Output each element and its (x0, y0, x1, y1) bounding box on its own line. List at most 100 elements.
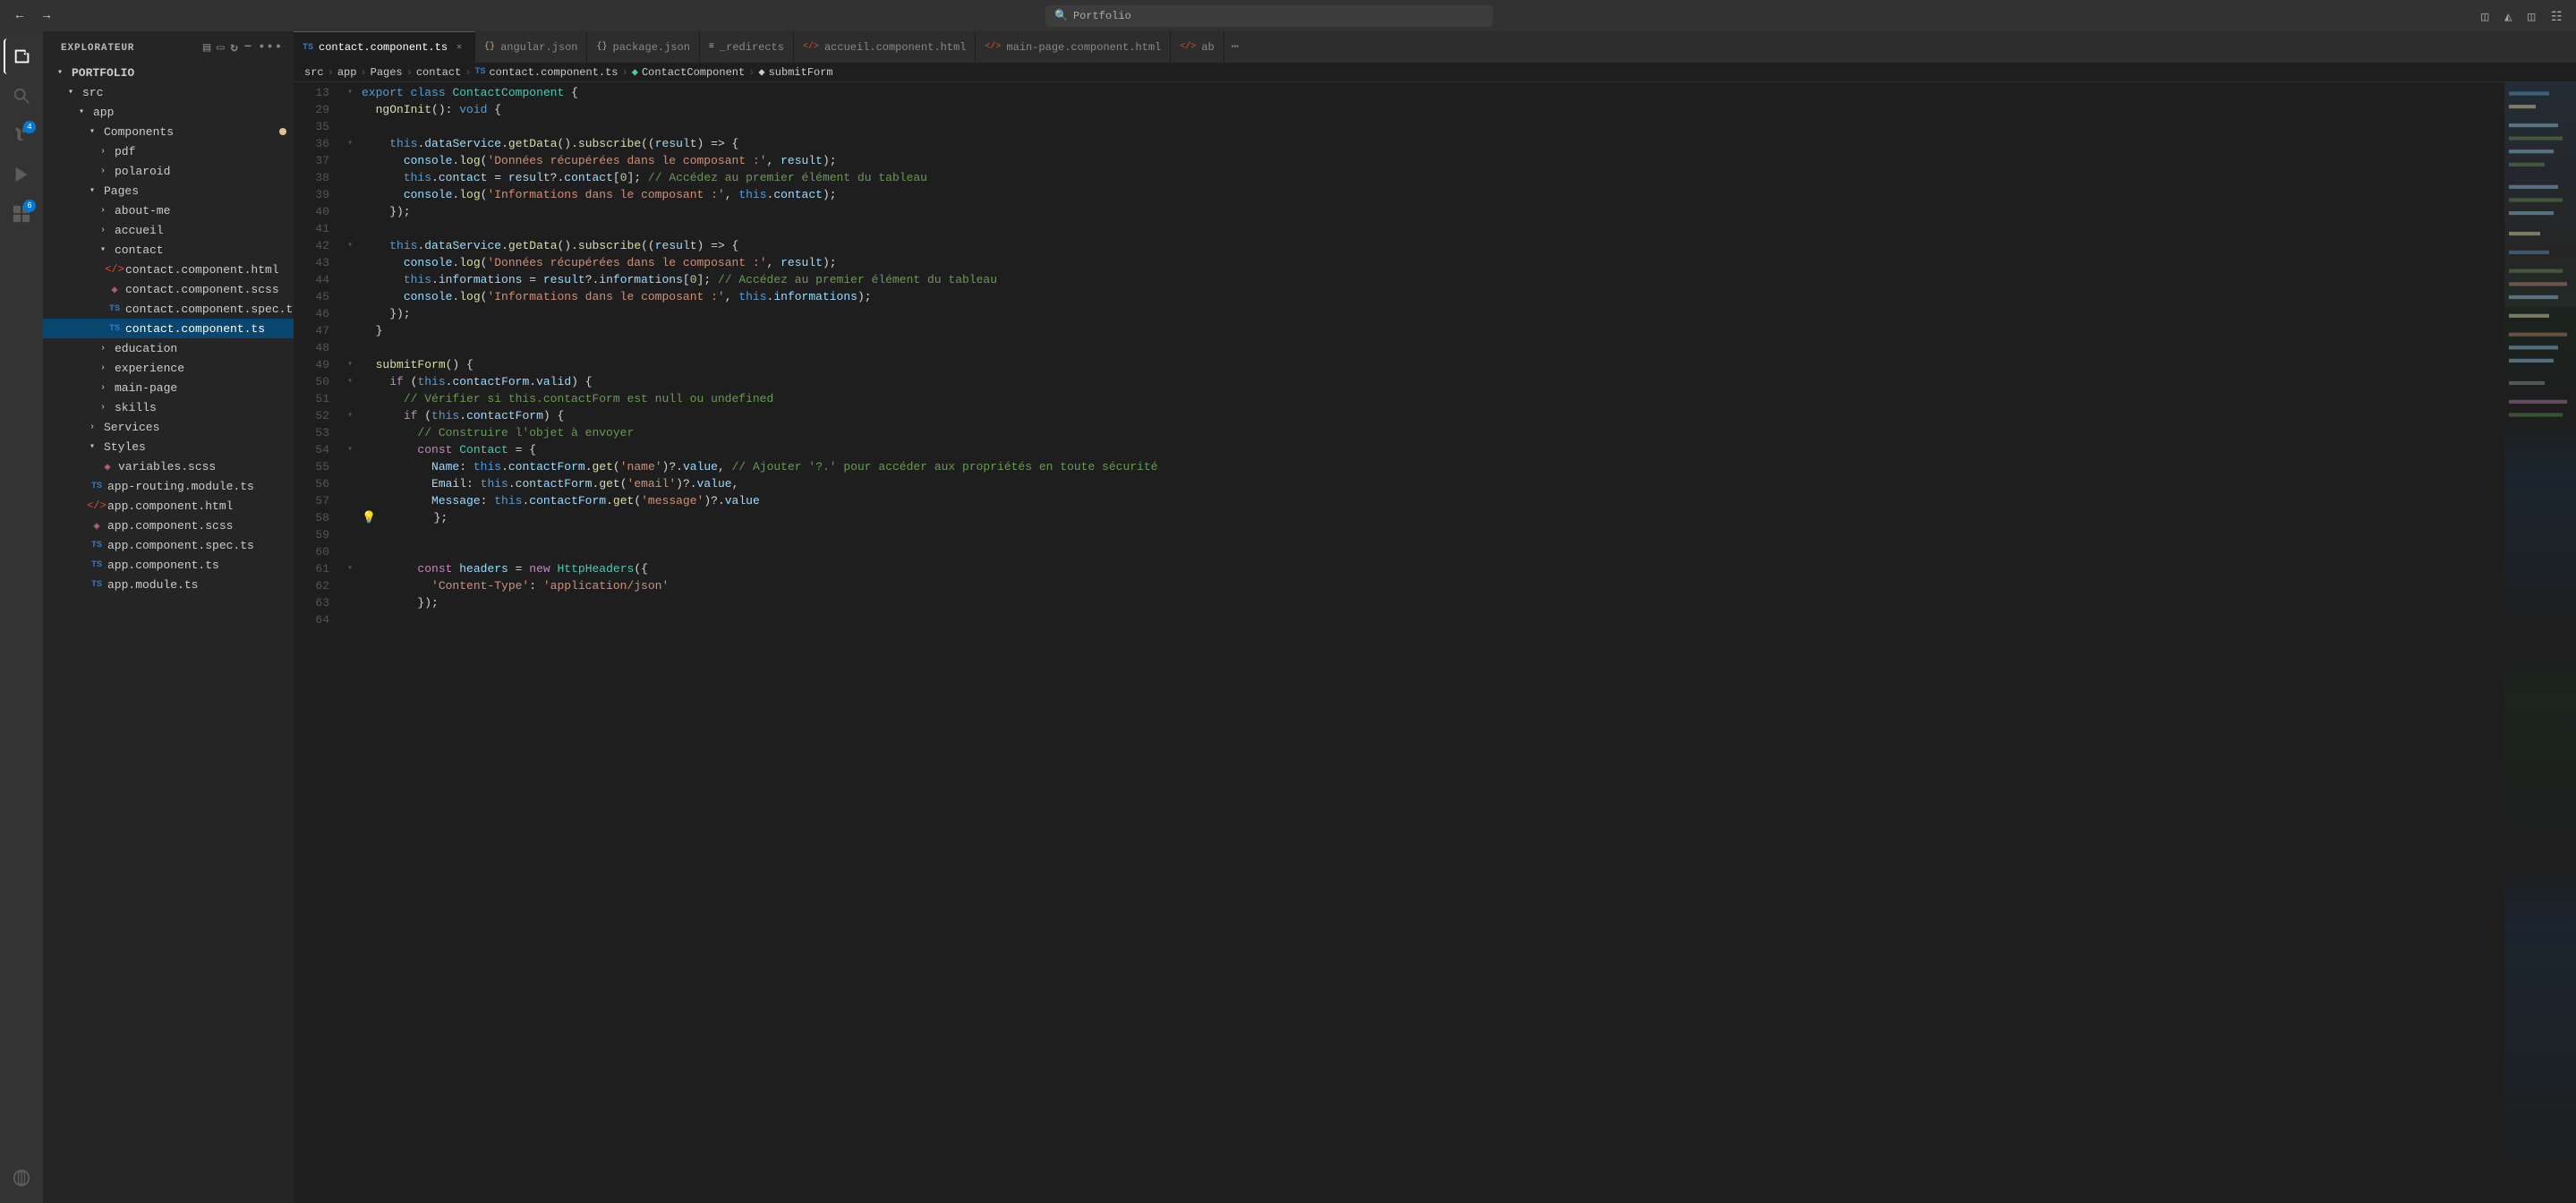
tab-contact-ts[interactable]: TS contact.component.ts ✕ (294, 31, 475, 63)
arrow-accueil: › (100, 226, 115, 235)
code-content[interactable]: ▾ export class ContactComponent { ngOnIn… (338, 82, 2504, 1203)
ts-icon-main: TS (107, 321, 122, 336)
accueil-label: accueil (115, 224, 164, 237)
tree-src[interactable]: ▾ src (43, 82, 294, 102)
arrow-about-me: › (100, 206, 115, 216)
app-scss-icon: ◈ (90, 518, 104, 533)
lightbulb-icon: 💡 (362, 509, 376, 526)
tab-close-contact[interactable]: ✕ (453, 41, 465, 54)
bc-class-icon: ◆ (632, 65, 638, 79)
tab-label-main: main-page.component.html (1006, 41, 1161, 54)
polaroid-label: polaroid (115, 165, 170, 178)
tree-contact-ts[interactable]: TS contact.component.ts (43, 319, 294, 338)
tree-experience[interactable]: › experience (43, 358, 294, 378)
layout-sidebar-icon[interactable]: ◫ (2481, 10, 2497, 22)
app-module-label: app.module.ts (107, 578, 198, 592)
app-ts-label: app.component.ts (107, 559, 219, 572)
tree-app-module[interactable]: TS app.module.ts (43, 575, 294, 594)
code-line-63: }); (338, 594, 2504, 611)
tree-contact-scss[interactable]: ◈ contact.component.scss (43, 279, 294, 299)
pdf-label: pdf (115, 145, 135, 158)
tab-more-button[interactable]: ⋯ (1224, 31, 1246, 63)
tree-contact[interactable]: ▾ contact (43, 240, 294, 260)
layout-panel-icon[interactable]: ◭ (2504, 10, 2521, 22)
tree-skills[interactable]: › skills (43, 397, 294, 417)
tree-accueil[interactable]: › accueil (43, 220, 294, 240)
tree-root-portfolio[interactable]: ▾ PORTFOLIO (43, 63, 294, 82)
bc-filename[interactable]: contact.component.ts (489, 66, 618, 79)
new-folder-icon[interactable]: ▭ (217, 40, 225, 55)
tree-app-scss[interactable]: ◈ app.component.scss (43, 516, 294, 535)
layout-split-icon[interactable]: ◫ (2528, 10, 2544, 22)
arrow-skills: › (100, 403, 115, 413)
tab-label-redirects: _redirects (720, 41, 784, 54)
tree-components[interactable]: ▾ Components (43, 122, 294, 141)
app-spec-icon: TS (90, 538, 104, 552)
tree-app-ts[interactable]: TS app.component.ts (43, 555, 294, 575)
sidebar: EXPLORATEUR ▤ ▭ ↻ − ••• ▾ PORTFOLIO ▾ sr… (43, 31, 294, 1203)
tree-pages[interactable]: ▾ Pages (43, 181, 294, 200)
scss-icon: ◈ (107, 282, 122, 296)
tree-styles[interactable]: ▾ Styles (43, 437, 294, 456)
tree-app-html[interactable]: </> app.component.html (43, 496, 294, 516)
code-line-56: Email: this.contactForm.get('email')?.va… (338, 475, 2504, 492)
bc-src[interactable]: src (304, 66, 324, 79)
bc-pages[interactable]: Pages (371, 66, 403, 79)
code-line-50: ▾ if (this.contactForm.valid) { (338, 373, 2504, 390)
tree-polaroid[interactable]: › polaroid (43, 161, 294, 181)
tree-variables-scss[interactable]: ◈ variables.scss (43, 456, 294, 476)
breadcrumb: src › app › Pages › contact › TS contact… (294, 63, 2576, 82)
new-file-icon[interactable]: ▤ (203, 40, 211, 55)
minimap-content (2504, 82, 2576, 1203)
tree-education[interactable]: › education (43, 338, 294, 358)
tab-label-contact: contact.component.ts (319, 41, 448, 54)
refresh-icon[interactable]: ↻ (231, 40, 239, 55)
code-line-13: ▾ export class ContactComponent { (338, 84, 2504, 101)
about-me-label: about-me (115, 204, 170, 218)
tree-app-routing[interactable]: TS app-routing.module.ts (43, 476, 294, 496)
more-icon[interactable]: ••• (258, 40, 283, 55)
activity-explorer[interactable] (4, 38, 39, 74)
back-button[interactable]: ← (9, 5, 30, 27)
tree-contact-spec[interactable]: TS contact.component.spec.ts (43, 299, 294, 319)
forward-button[interactable]: → (36, 5, 57, 27)
tree-about-me[interactable]: › about-me (43, 200, 294, 220)
tree-app-spec[interactable]: TS app.component.spec.ts (43, 535, 294, 555)
collapse-icon[interactable]: − (244, 40, 252, 55)
bc-contact[interactable]: contact (416, 66, 461, 79)
code-line-51: // Vérifier si this.contactForm est null… (338, 390, 2504, 407)
tab-accueil-html[interactable]: </> accueil.component.html (794, 31, 976, 63)
variables-scss-icon: ◈ (100, 459, 115, 474)
search-bar[interactable]: 🔍 Portfolio (1045, 5, 1493, 27)
sidebar-header-icons: ▤ ▭ ↻ − ••• (203, 40, 283, 55)
tab-label-accueil: accueil.component.html (824, 41, 966, 54)
tab-redirects[interactable]: ≡ _redirects (700, 31, 794, 63)
activity-run[interactable] (4, 157, 39, 192)
activity-search[interactable] (4, 78, 39, 114)
bc-sep2: › (360, 66, 366, 79)
bc-app[interactable]: app (337, 66, 357, 79)
tree-app[interactable]: ▾ app (43, 102, 294, 122)
extensions-badge: 6 (23, 200, 36, 212)
tab-angular-json[interactable]: {} angular.json (475, 31, 587, 63)
tab-main-page-html[interactable]: </> main-page.component.html (976, 31, 1171, 63)
bc-method[interactable]: submitForm (769, 66, 833, 79)
arrow-experience: › (100, 363, 115, 373)
bc-class[interactable]: ContactComponent (642, 66, 745, 79)
bc-sep1: › (328, 66, 334, 79)
activity-source-control[interactable]: 4 (4, 117, 39, 153)
layout-grid-icon[interactable]: ☷ (2551, 10, 2567, 22)
tab-ab[interactable]: </> ab (1171, 31, 1224, 63)
activity-extensions[interactable]: 6 (4, 196, 39, 232)
tree-services[interactable]: › Services (43, 417, 294, 437)
app-label: app (93, 106, 114, 119)
tree-main-page[interactable]: › main-page (43, 378, 294, 397)
tab-icon-main: </> (985, 42, 1001, 52)
pages-label: Pages (104, 184, 139, 198)
tree-contact-html[interactable]: </> contact.component.html (43, 260, 294, 279)
tree-pdf[interactable]: › pdf (43, 141, 294, 161)
tab-package-json[interactable]: {} package.json (587, 31, 699, 63)
activity-remote[interactable] (4, 1160, 39, 1196)
styles-label: Styles (104, 440, 146, 454)
code-line-64 (338, 611, 2504, 628)
